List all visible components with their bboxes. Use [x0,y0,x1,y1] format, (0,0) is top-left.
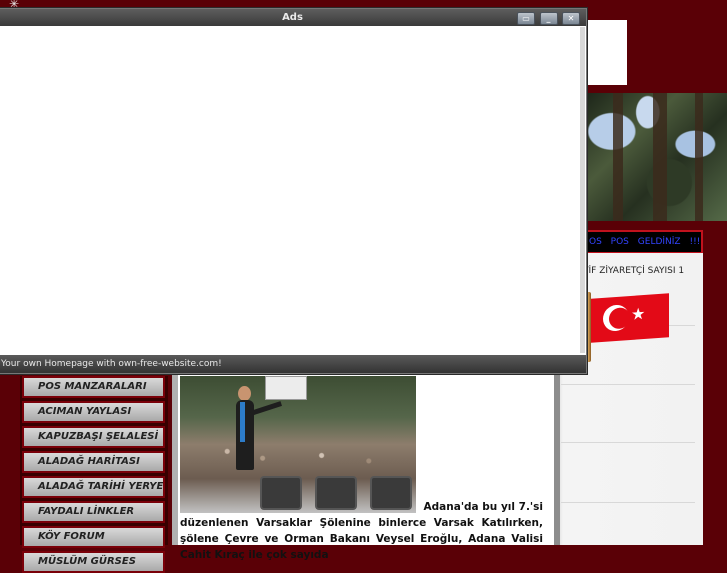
divider [561,502,695,503]
article-body: düzenlenen Varsaklar Şölenine binlerce V… [180,517,543,561]
news-photo [180,376,416,513]
top-nav-marquee: OS POS GELDİNİZ !!!!! [583,230,703,254]
ads-popup-window: Ads ▭ _ ✕ Your own Homepage with own-fre… [0,8,587,374]
nav-item[interactable]: !!!!! [689,237,701,247]
menu-item-muslum-gurses[interactable]: MÜSLÜM GÜRSES [22,551,165,573]
maximize-icon[interactable]: ▭ [517,12,536,25]
menu-item-aladag-tarihi-yeryer[interactable]: ALADAĞ TARİHİ YERYER [22,476,165,498]
tree-trunk [695,93,703,221]
minimize-icon[interactable]: _ [539,12,558,25]
ads-title: Ads [282,12,303,23]
divider [561,384,695,385]
header-forest-photo [583,93,727,221]
tree-trunk [653,93,667,221]
menu-item-aciman-yaylasi[interactable]: ACIMAN YAYLASI [22,401,165,423]
close-icon[interactable]: ✕ [562,12,580,25]
article-text: Adana'da bu yıl 7.'si düzenlenen Varsakl… [180,499,543,563]
menu-item-faydali-linkler[interactable]: FAYDALI LİNKLER [22,501,165,523]
ads-content [0,27,585,353]
ads-footer-link[interactable]: Your own Homepage with own-free-website.… [0,355,586,373]
menu-item-pos-manzaralari[interactable]: POS MANZARALARI [22,376,165,398]
crescent-cutout [609,307,630,330]
ads-titlebar[interactable]: Ads ▭ _ ✕ [0,9,586,26]
nav-item[interactable]: OS [589,237,602,247]
photo-banner [265,376,307,400]
divider [561,442,695,443]
flag-cloth: ★ [591,293,669,343]
tree-trunk [613,93,623,221]
star-icon: ★ [631,303,646,324]
menu-item-kapuzbasi-selalesi[interactable]: KAPUZBAŞI ŞELALESİ [22,426,165,448]
header-white-box [583,20,627,85]
nav-item[interactable]: POS [611,237,629,247]
photo-person-head [238,386,251,401]
menu-item-aladag-haritasi[interactable]: ALADAĞ HARİTASI [22,451,165,473]
window-controls: ▭ _ ✕ [516,10,580,25]
nav-item[interactable]: GELDİNİZ [638,237,681,247]
photo-arm [250,401,282,416]
turkish-flag-icon: ★ [585,290,675,362]
photo-scarf [240,402,245,442]
visitor-counter: TİF ZİYARETÇİ SAYISI 1 [583,266,685,276]
left-nav-menu: POS MANZARALARI ACIMAN YAYLASI KAPUZBAŞI… [20,376,168,573]
article-first-line: Adana'da bu yıl 7.'si [423,501,543,513]
